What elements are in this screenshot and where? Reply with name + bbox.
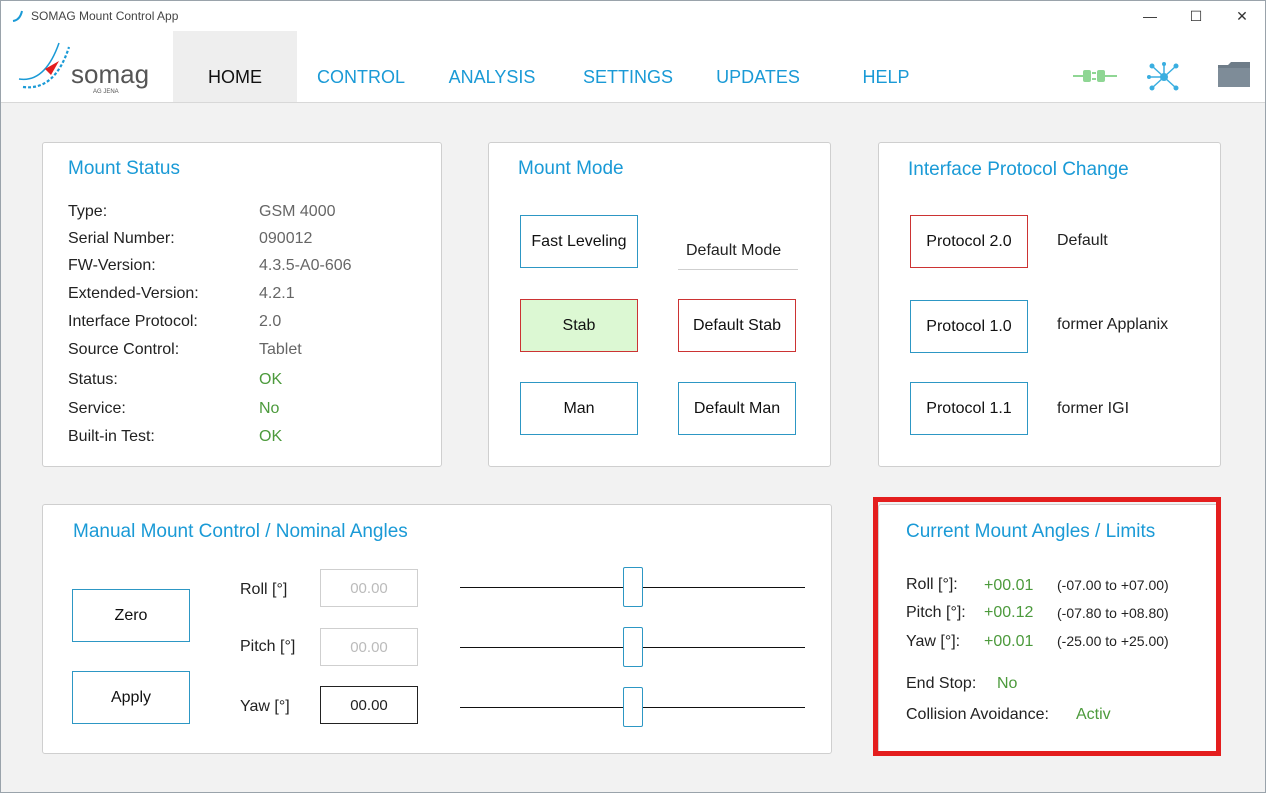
protocol-title: Interface Protocol Change <box>908 159 1129 180</box>
status-label: Status: <box>68 371 118 388</box>
highlight-box <box>873 497 1221 756</box>
roll-label: Roll [°] <box>240 581 288 598</box>
protocol-1-1-desc: former IGI <box>1057 400 1130 417</box>
tab-analysis[interactable]: ANALYSIS <box>435 31 549 102</box>
manual-control-title: Manual Mount Control / Nominal Angles <box>73 521 408 542</box>
connection-plug-icon[interactable] <box>1073 67 1117 85</box>
protocol-panel: Interface Protocol Change Protocol 2.0 D… <box>878 142 1221 467</box>
status-label: Source Control: <box>68 341 180 358</box>
status-label: Service: <box>68 400 126 417</box>
yaw-input[interactable]: 00.00 <box>320 686 418 724</box>
fast-leveling-button[interactable]: Fast Leveling <box>520 215 638 268</box>
app-window: SOMAG Mount Control App — ☐ ✕ somag AG J… <box>0 0 1266 793</box>
status-label: Interface Protocol: <box>68 313 198 330</box>
minimize-button[interactable]: — <box>1127 1 1173 31</box>
status-label: FW-Version: <box>68 257 156 274</box>
status-value: 4.3.5-A0-606 <box>259 257 352 274</box>
man-button[interactable]: Man <box>520 382 638 435</box>
somag-logo: somag AG JENA <box>18 42 149 95</box>
pitch-label: Pitch [°] <box>240 638 296 655</box>
tab-help[interactable]: HELP <box>849 31 923 102</box>
network-icon[interactable] <box>1147 62 1181 92</box>
protocol-2-0-desc: Default <box>1057 232 1108 249</box>
zero-button[interactable]: Zero <box>72 589 190 642</box>
status-label: Extended-Version: <box>68 285 199 302</box>
manual-control-panel: Manual Mount Control / Nominal Angles Ze… <box>42 504 832 754</box>
status-value: 090012 <box>259 230 313 247</box>
svg-text:somag: somag <box>71 59 149 89</box>
app-icon <box>12 10 23 22</box>
mount-status-title: Mount Status <box>68 158 180 179</box>
default-mode-underline <box>678 269 798 270</box>
protocol-2-0-button[interactable]: Protocol 2.0 <box>910 215 1028 268</box>
yaw-slider-thumb[interactable] <box>622 687 643 727</box>
protocol-1-1-button[interactable]: Protocol 1.1 <box>910 382 1028 435</box>
close-button[interactable]: ✕ <box>1219 1 1265 31</box>
protocol-1-0-button[interactable]: Protocol 1.0 <box>910 300 1028 353</box>
maximize-button[interactable]: ☐ <box>1173 1 1219 31</box>
status-label: Built-in Test: <box>68 428 155 445</box>
pitch-slider-thumb[interactable] <box>622 627 643 667</box>
default-man-button[interactable]: Default Man <box>678 382 796 435</box>
mount-status-panel: Mount Status Type: GSM 4000 Serial Number:… <box>42 142 442 467</box>
yaw-label: Yaw [°] <box>240 698 290 715</box>
roll-slider-thumb[interactable] <box>622 567 643 607</box>
svg-text:AG JENA: AG JENA <box>93 89 119 95</box>
status-value: GSM 4000 <box>259 203 336 220</box>
window-title: SOMAG Mount Control App <box>31 9 179 23</box>
apply-button[interactable]: Apply <box>72 671 190 724</box>
status-value: Tablet <box>259 341 302 358</box>
roll-input[interactable]: 00.00 <box>320 569 418 607</box>
status-value: OK <box>259 428 283 445</box>
tab-updates[interactable]: UPDATES <box>705 31 811 102</box>
status-value: No <box>259 400 280 417</box>
title-bar: SOMAG Mount Control App — ☐ ✕ <box>1 1 1265 31</box>
pitch-input[interactable]: 00.00 <box>320 628 418 666</box>
mount-mode-panel: Mount Mode Fast Leveling Default Mode St… <box>488 142 831 467</box>
stab-button[interactable]: Stab <box>520 299 638 352</box>
status-label: Serial Number: <box>68 230 175 247</box>
default-stab-button[interactable]: Default Stab <box>678 299 796 352</box>
default-mode-label: Default Mode <box>686 242 782 259</box>
folder-icon[interactable] <box>1218 61 1250 87</box>
protocol-1-0-desc: former Applanix <box>1057 316 1169 333</box>
status-value: OK <box>259 371 283 388</box>
status-label: Type: <box>68 203 108 220</box>
status-value: 4.2.1 <box>259 285 295 302</box>
tab-control[interactable]: CONTROL <box>305 31 417 102</box>
status-value: 2.0 <box>259 313 282 330</box>
mount-mode-title: Mount Mode <box>518 158 624 179</box>
tab-home[interactable]: HOME <box>173 31 297 102</box>
tab-settings[interactable]: SETTINGS <box>571 31 685 102</box>
nav-bar: somag AG JENA HOME CONTROL ANALYSIS SETT… <box>1 31 1265 103</box>
